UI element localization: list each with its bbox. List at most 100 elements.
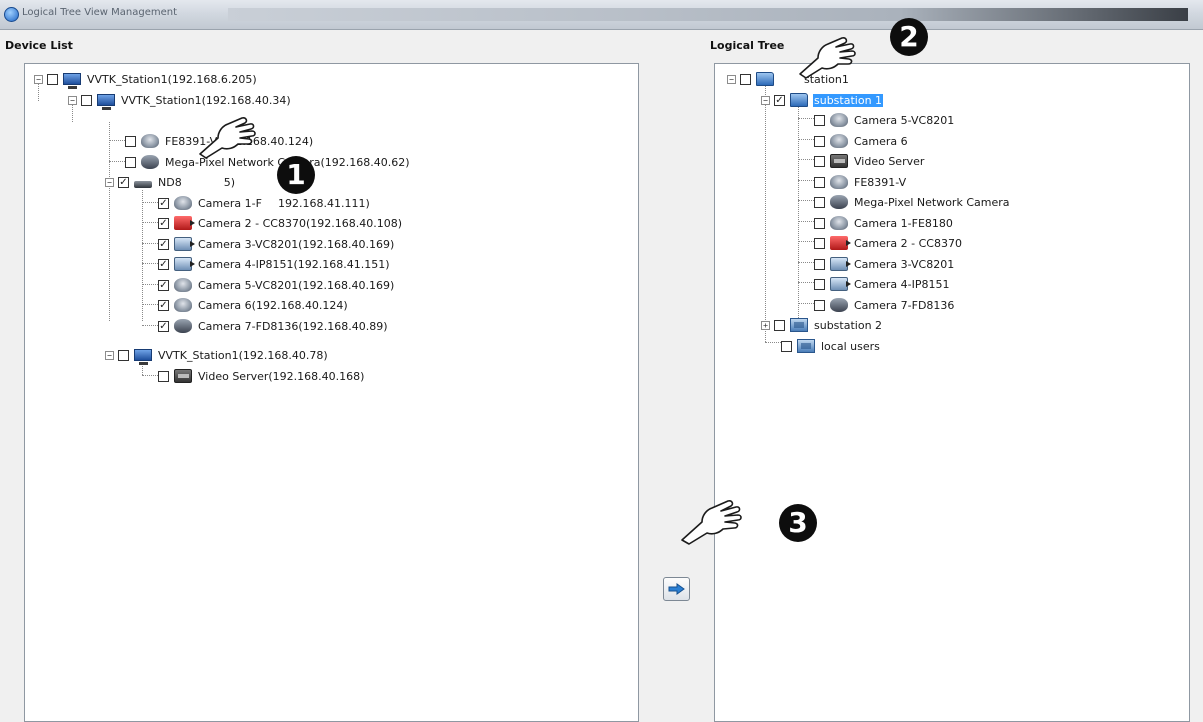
logical-node-camera-4[interactable]: Camera 4-IP8151 [814,275,951,293]
tree-node-label: FE8391-V [854,175,907,189]
checkbox[interactable] [781,340,792,352]
logical-node-mega-pixel[interactable]: Mega-Pixel Network Camera [814,193,1010,211]
tree-node-video-server[interactable]: Video Server(192.168.40.168) [158,367,365,385]
tree-node-label: Video Server(192.168.40.168) [198,369,365,383]
tree-node-camera-2[interactable]: ✓ Camera 2 - CC8370(192.168.40.108) [158,214,403,232]
hand-pointer-icon [799,37,856,79]
checkbox[interactable]: ✓ [158,197,169,209]
speed-dome-icon [830,298,848,312]
checkbox[interactable] [814,217,825,229]
folder-icon [797,339,815,353]
checkbox[interactable] [47,73,58,85]
checkbox[interactable]: ✓ [158,279,169,291]
arrow-right-icon [668,583,685,595]
tree-node-nvr[interactable]: − ✓ ND8 5) [105,173,236,191]
tree-node-camera-4[interactable]: ✓ Camera 4-IP8151(192.168.41.151) [158,255,391,273]
add-to-logical-tree-button[interactable] [663,577,690,601]
dome-camera-icon [174,298,192,312]
collapse-icon[interactable]: − [34,74,43,84]
collapse-icon[interactable]: − [761,95,770,105]
logical-tree-label: Logical Tree [710,39,785,52]
checkbox[interactable]: ✓ [158,258,169,270]
logical-node-camera-5[interactable]: Camera 5-VC8201 [814,111,955,129]
logical-node-substation-2[interactable]: + substation 2 [761,316,883,334]
tree-node-label: Camera 2 - CC8370 [854,236,962,250]
tree-node-camera-6[interactable]: ✓ Camera 6(192.168.40.124) [158,296,349,314]
checkbox[interactable] [774,319,785,331]
checkbox[interactable] [740,73,751,85]
checkbox[interactable] [814,278,825,290]
tree-node-label: local users [821,339,880,353]
tree-node-camera-1[interactable]: ✓ Camera 1-F 192.168.41.111) [158,194,371,212]
logical-node-video-server[interactable]: Video Server [814,152,925,170]
tree-node-camera-7[interactable]: ✓ Camera 7-FD8136(192.168.40.89) [158,317,388,335]
tree-node-label: Camera 3-VC8201(192.168.40.169) [198,237,395,251]
tree-node-label-suffix: 192.168.41.111) [277,196,370,210]
tree-node-label: Camera 4-IP8151(192.168.41.151) [198,257,390,271]
folder-open-icon [756,72,774,86]
checkbox[interactable] [81,94,92,106]
tree-node-label-suffix: 5) [223,175,235,189]
checkbox[interactable] [814,135,825,147]
logical-tree-panel[interactable]: − station1 − ✓ substation 1 Camera 5-VC8… [714,63,1190,722]
box-camera-blue-icon [174,257,195,271]
tree-node-camera-3[interactable]: ✓ Camera 3-VC8201(192.168.40.169) [158,235,395,253]
title-bar-fill [228,8,1188,21]
step-callout-2: 2 [890,18,928,56]
logical-node-local-users[interactable]: local users [781,337,881,355]
tree-node-label: Video Server [854,154,925,168]
checkbox[interactable]: ✓ [158,299,169,311]
logical-node-camera-1[interactable]: Camera 1-FE8180 [814,214,954,232]
tree-node-label: Camera 3-VC8201 [854,257,955,271]
checkbox[interactable]: ✓ [158,217,169,229]
box-camera-red-icon [174,216,195,230]
logical-node-camera-6[interactable]: Camera 6 [814,132,909,150]
logical-node-camera-7[interactable]: Camera 7-FD8136 [814,296,955,314]
computer-icon [97,94,115,110]
device-list-panel[interactable]: − VVTK_Station1(192.168.6.205) − VVTK_St… [24,63,639,722]
dome-camera-icon [830,134,848,148]
tree-node-label: VVTK_Station1(192.168.40.78) [158,348,328,362]
speed-dome-icon [830,195,848,209]
box-camera-blue-icon [174,237,195,251]
logical-node-camera-2[interactable]: Camera 2 - CC8370 [814,234,963,252]
collapse-icon[interactable]: − [727,74,736,84]
computer-icon [134,349,152,365]
checkbox[interactable] [814,258,825,270]
logical-node-camera-3[interactable]: Camera 3-VC8201 [814,255,955,273]
collapse-icon[interactable]: − [68,95,77,105]
nvr-icon [134,180,152,188]
tree-node-station-40-78[interactable]: − VVTK_Station1(192.168.40.78) [105,346,329,365]
checkbox[interactable] [814,237,825,249]
checkbox[interactable]: ✓ [158,320,169,332]
checkbox[interactable] [125,156,136,168]
checkbox[interactable]: ✓ [774,94,785,106]
checkbox[interactable] [814,299,825,311]
checkbox[interactable] [158,370,169,382]
tree-node-label: ND8 [158,175,182,189]
checkbox[interactable] [814,196,825,208]
checkbox[interactable] [814,114,825,126]
tree-node-station-40-34[interactable]: − VVTK_Station1(192.168.40.34) [68,91,292,110]
video-server-icon [830,154,848,168]
box-camera-blue-icon [830,257,851,271]
collapse-icon[interactable]: − [105,177,114,187]
expand-icon[interactable]: + [761,320,770,330]
checkbox[interactable] [814,155,825,167]
checkbox[interactable]: ✓ [118,176,129,188]
box-camera-red-icon [830,236,851,250]
checkbox[interactable]: ✓ [158,238,169,250]
checkbox[interactable] [814,176,825,188]
collapse-icon[interactable]: − [105,350,114,360]
tree-node-camera-5[interactable]: ✓ Camera 5-VC8201(192.168.40.169) [158,276,395,294]
checkbox[interactable] [125,135,136,147]
title-bar: Logical Tree View Management [0,0,1203,30]
logical-node-fe8391[interactable]: FE8391-V [814,173,907,191]
tree-node-mega-pixel[interactable]: Mega-Pixel Network Camera(192.168.40.62) [125,153,411,171]
checkbox[interactable] [118,349,129,361]
speed-dome-icon [141,155,159,169]
logical-node-substation-1[interactable]: − ✓ substation 1 [761,91,884,109]
tree-node-label-selected: substation 1 [813,93,884,107]
step-callout-1: 1 [277,156,315,194]
tree-node-station-6-205[interactable]: − VVTK_Station1(192.168.6.205) [34,70,258,89]
